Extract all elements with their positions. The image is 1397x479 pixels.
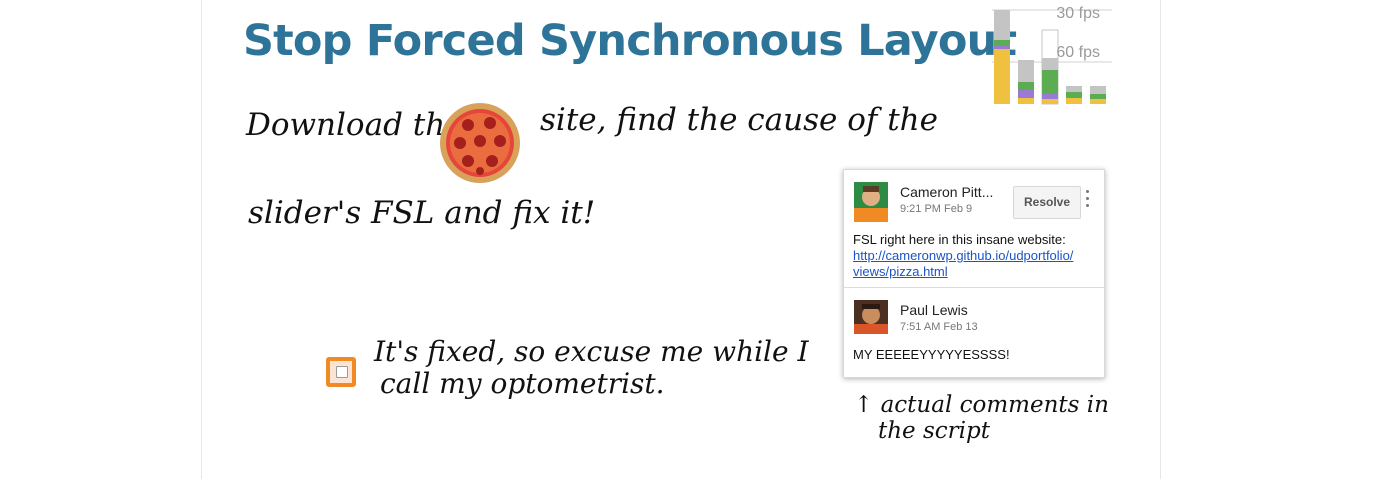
- slide: Stop Forced Synchronous Layout 30 fps 60…: [201, 0, 1161, 479]
- fps-30-label: 30 fps: [1056, 5, 1100, 22]
- reply-time: 7:51 AM Feb 13: [900, 321, 978, 333]
- resolve-button[interactable]: Resolve: [1013, 186, 1081, 219]
- comment-time: 9:21 PM Feb 9: [900, 203, 973, 215]
- instruction-part1: Download the: [246, 107, 464, 143]
- slide-title: Stop Forced Synchronous Layout: [243, 16, 1017, 66]
- fixed-note-line2: call my optometrist.: [380, 367, 665, 401]
- comment-thread: Cameron Pitt... 9:21 PM Feb 9 Resolve FS…: [843, 169, 1105, 378]
- fixed-note-line1: It's fixed, so excuse me while I: [374, 335, 809, 368]
- comment-first: Cameron Pitt... 9:21 PM Feb 9 Resolve FS…: [844, 170, 1104, 288]
- comment-note: ↑ actual comments in the script: [854, 392, 1109, 445]
- pizza-icon: [440, 103, 520, 183]
- comment-link-line2[interactable]: views/pizza.html: [853, 264, 1098, 280]
- avatar-paul: [854, 300, 888, 334]
- instruction-line2: slider's FSL and fix it!: [248, 195, 596, 231]
- comment-note-line2: the script: [878, 418, 990, 445]
- checkbox-inner: [336, 366, 348, 378]
- reply-author: Paul Lewis: [900, 302, 968, 318]
- instruction-part2: site, find the cause of the: [540, 102, 938, 138]
- comment-note-line1: ↑ actual comments in: [854, 392, 1109, 418]
- comment-author: Cameron Pitt...: [900, 184, 994, 200]
- fixed-note: It's fixed, so excuse me while I call my…: [374, 335, 809, 401]
- more-options-icon[interactable]: [1084, 190, 1090, 212]
- avatar-cameron: [854, 182, 888, 222]
- reply-text: MY EEEEEYYYYYESSSS!: [853, 347, 1010, 362]
- comment-link-line1[interactable]: http://cameronwp.github.io/udportfolio/: [853, 248, 1098, 264]
- fixed-checkbox[interactable]: [326, 357, 356, 387]
- comment-text: FSL right here in this insane website:: [853, 232, 1066, 247]
- fps-60-label: 60 fps: [1056, 44, 1100, 61]
- fps-chart: 30 fps 60 fps: [992, 2, 1112, 106]
- comment-link[interactable]: http://cameronwp.github.io/udportfolio/ …: [853, 248, 1098, 280]
